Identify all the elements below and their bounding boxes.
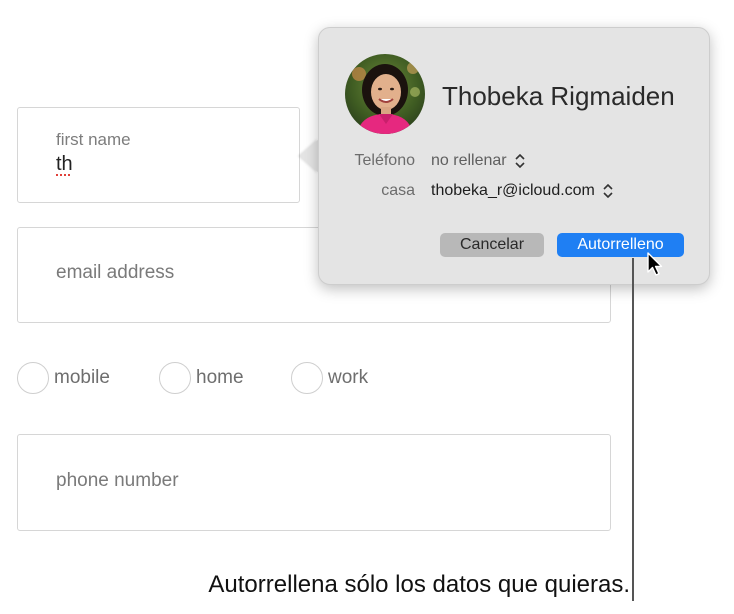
avatar-photo [345,54,425,134]
first-name-field[interactable]: first name th [17,107,300,203]
email-placeholder: email address [56,262,175,283]
popover-arrow [300,139,319,173]
radio-work-label: work [328,367,369,388]
page: first name th email address mobile home … [0,0,734,614]
radio-home[interactable]: home [159,361,244,395]
radio-home-circle[interactable] [159,362,191,394]
home-row-value: thobeka_r@icloud.com [431,182,595,199]
contact-name: Thobeka Rigmaiden [442,81,675,111]
mouse-pointer-icon [647,252,663,276]
phone-row-label: Teléfono [354,152,416,169]
cancel-button[interactable]: Cancelar [440,233,544,257]
radio-mobile[interactable]: mobile [17,361,110,395]
radio-work-circle[interactable] [291,362,323,394]
updown-chevron-icon [603,184,613,198]
first-name-value: th [56,153,73,175]
home-row-label: casa [381,182,415,199]
home-row-selector[interactable]: thobeka_r@icloud.com [431,182,613,200]
radio-mobile-circle[interactable] [17,362,49,394]
phone-placeholder: phone number [56,470,179,491]
updown-chevron-icon [515,154,525,168]
phone-row-selector[interactable]: no rellenar [431,152,525,170]
radio-home-label: home [196,367,244,388]
caption: Autorrellena sólo los datos que quieras. [208,571,630,598]
autofill-button[interactable]: Autorrelleno [557,233,684,257]
callout-line [632,258,634,601]
radio-mobile-label: mobile [54,367,110,388]
phone-field[interactable]: phone number [17,434,611,531]
autofill-popover: Thobeka Rigmaiden Teléfono no rellenar c… [318,27,710,285]
radio-work[interactable]: work [291,361,368,395]
first-name-label: first name [56,130,131,149]
phone-row-value: no rellenar [431,152,507,169]
contact-avatar [345,54,425,134]
